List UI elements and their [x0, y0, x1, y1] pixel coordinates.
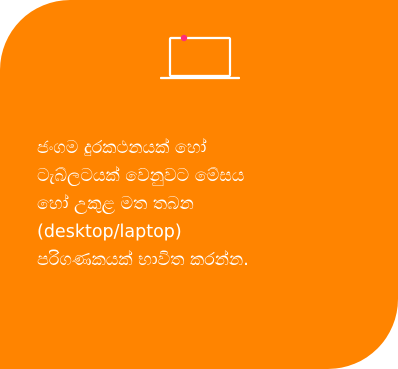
- camera-dot-icon: [180, 34, 188, 42]
- laptop-icon: [160, 34, 240, 80]
- instruction-line: ටැබ්ලටයක් වෙනුවට මේසය: [37, 166, 245, 186]
- info-card: ජංගම දුරකථනයක් හෝ ටැබ්ලටයක් වෙනුවට මේසය …: [0, 0, 398, 369]
- instruction-text: ජංගම දුරකථනයක් හෝ ටැබ්ලටයක් වෙනුවට මේසය …: [37, 134, 377, 274]
- instruction-line: ජංගම දුරකථනයක් හෝ: [37, 138, 207, 158]
- instruction-line: (desktop/laptop): [37, 222, 182, 242]
- instruction-line: හෝ උකුළ මත තබන: [37, 194, 194, 214]
- instruction-line: පරිගණකයක් භාවිත කරන්න.: [37, 250, 249, 270]
